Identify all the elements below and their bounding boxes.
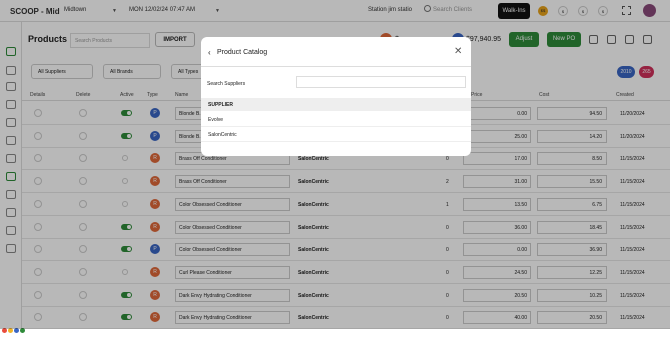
close-icon[interactable]: ✕	[454, 46, 462, 57]
search-suppliers-label: Search Suppliers	[207, 81, 246, 87]
supplier-section-header: SUPPLIER	[201, 98, 471, 111]
divider	[201, 66, 471, 67]
back-icon[interactable]: ‹	[208, 48, 211, 57]
supplier-item-saloncentric[interactable]: SalonCentric	[201, 127, 471, 142]
search-suppliers-input[interactable]	[296, 76, 466, 88]
product-catalog-modal: ‹ Product Catalog ✕ Search Suppliers SUP…	[201, 37, 471, 156]
modal-title: Product Catalog	[217, 49, 268, 56]
supplier-item-evolve[interactable]: Evolve	[201, 112, 471, 127]
